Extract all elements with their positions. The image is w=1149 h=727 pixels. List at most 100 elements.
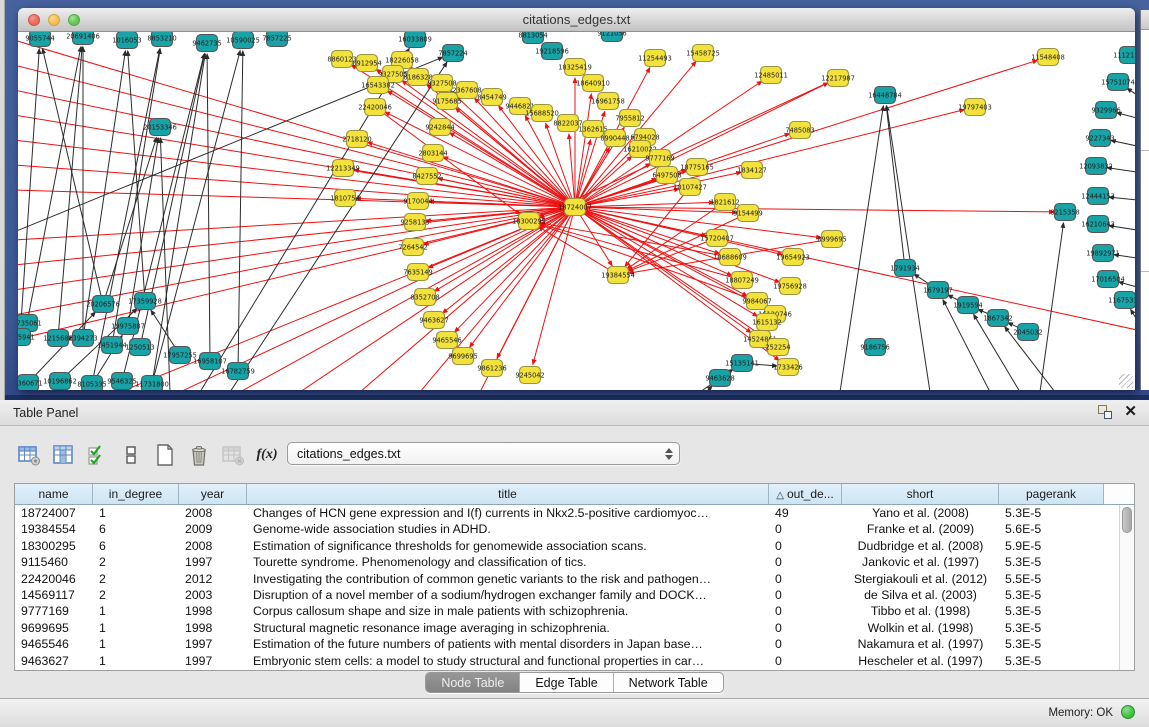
cell-short[interactable]: Franke et al. (2009) [842,521,999,537]
cell-pagerank[interactable]: 5.6E-5 [999,521,1104,537]
cell-title[interactable]: Embryonic stem cells: a model to study s… [247,653,769,669]
table-row[interactable]: 2242004622012Investigating the contribut… [15,571,1134,587]
cell-pagerank[interactable]: 5.3E-5 [999,587,1104,603]
citation-edge-red[interactable] [569,134,575,207]
table-row[interactable]: 1830029562008Estimation of significance … [15,538,1134,554]
cell-in_degree[interactable]: 1 [93,620,179,636]
cell-title[interactable]: Genome-wide association studies in ADHD. [247,521,769,537]
cell-pagerank[interactable]: 5.3E-5 [999,653,1104,669]
column-header-pagerank[interactable]: pagerank [999,484,1104,505]
cell-year[interactable]: 1998 [179,620,247,636]
citation-edge-black[interactable] [128,51,145,301]
citation-edge-red[interactable] [240,207,575,390]
cell-name[interactable]: 9465546 [15,636,93,652]
cell-name[interactable]: 18724007 [15,505,93,521]
close-panel-icon[interactable]: ✕ [1124,405,1137,419]
cell-year[interactable]: 1997 [179,554,247,570]
cell-pagerank[interactable]: 5.5E-5 [999,571,1104,587]
cell-in_degree[interactable]: 1 [93,603,179,619]
citation-edge-black[interactable] [58,47,82,338]
cell-pagerank[interactable]: 5.3E-5 [999,505,1104,521]
citation-network-graph[interactable]: 1872400788601238912954182260589327505165… [18,32,1135,390]
cell-short[interactable]: Wolkin et al. (1998) [842,620,999,636]
citation-edge-red[interactable] [18,140,575,207]
cell-out_de[interactable]: 0 [769,603,842,619]
cell-out_de[interactable]: 0 [769,554,842,570]
cell-year[interactable]: 2008 [179,538,247,554]
cell-short[interactable]: Hescheler et al. (1997) [842,653,999,669]
row-height-button[interactable] [116,442,146,468]
cell-title[interactable]: Changes of HCN gene expression and I(f) … [247,505,769,521]
cell-in_degree[interactable]: 2 [93,554,179,570]
table-row[interactable]: 911546021997Tourette syndrome. Phenomeno… [15,554,1134,570]
cell-year[interactable]: 1997 [179,653,247,669]
column-header-year[interactable]: year [179,484,247,505]
citation-edge-black[interactable] [1040,223,1063,390]
tab-edge-table[interactable]: Edge Table [519,673,612,692]
citation-edge-black[interactable] [886,106,905,268]
citation-edge-red[interactable] [449,133,575,207]
cell-pagerank[interactable]: 5.3E-5 [999,636,1104,652]
cell-short[interactable]: Yano et al. (2008) [842,505,999,521]
cell-name[interactable]: 14569117 [15,587,93,603]
column-header-title[interactable]: title [247,484,769,505]
cell-title[interactable]: Estimation of the future numbers of pati… [247,636,769,652]
cell-in_degree[interactable]: 1 [93,636,179,652]
window-resize-grip[interactable] [1119,374,1133,388]
citation-edge-black[interactable] [152,54,205,384]
cell-title[interactable]: Structural magnetic resonance image aver… [247,620,769,636]
function-builder-button[interactable]: f(x) [252,442,282,468]
table-row[interactable]: 977716911998Corpus callosum shape and si… [15,603,1134,619]
cell-out_de[interactable]: 49 [769,505,842,521]
cell-name[interactable]: 9699695 [15,620,93,636]
citation-edge-black[interactable] [1127,88,1135,95]
cell-in_degree[interactable]: 1 [93,505,179,521]
cell-out_de[interactable]: 0 [769,521,842,537]
cell-out_de[interactable]: 0 [769,636,842,652]
table-row[interactable]: 1938455462009Genome-wide association stu… [15,521,1134,537]
citation-edge-red[interactable] [18,90,575,207]
cell-year[interactable]: 2009 [179,521,247,537]
cell-in_degree[interactable]: 1 [93,653,179,669]
cell-name[interactable]: 22420046 [15,571,93,587]
table-source-dropdown[interactable]: citations_edges.txt [287,442,680,465]
cell-out_de[interactable]: 0 [769,653,842,669]
citation-edge-black[interactable] [706,386,712,390]
citation-edge-red[interactable] [575,207,720,254]
cell-pagerank[interactable]: 5.9E-5 [999,538,1104,554]
table-scrollbar[interactable] [1119,505,1134,670]
cell-title[interactable]: Corpus callosum shape and size in male p… [247,603,769,619]
cell-year[interactable]: 1997 [179,636,247,652]
table-row[interactable]: 946362711997Embryonic stem cells: a mode… [15,653,1134,669]
table-scrollbar-thumb[interactable] [1122,507,1132,533]
delete-attributes-button[interactable] [184,442,214,468]
delete-table-button[interactable] [218,442,248,468]
table-row[interactable]: 946554611997Estimation of the future num… [15,636,1134,652]
cell-year[interactable]: 2008 [179,505,247,521]
network-window[interactable]: citations_edges.txt 18724007886012389129… [18,8,1135,390]
table-settings-button[interactable] [14,442,44,468]
cell-year[interactable]: 2012 [179,571,247,587]
citation-edge-black[interactable] [103,137,157,304]
cell-year[interactable]: 1998 [179,603,247,619]
cell-out_de[interactable]: 0 [769,587,842,603]
network-window-titlebar[interactable]: citations_edges.txt [18,8,1135,32]
cell-pagerank[interactable]: 5.3E-5 [999,620,1104,636]
column-header-in_degree[interactable]: in_degree [93,484,179,505]
citation-edge-red[interactable] [18,207,575,290]
cell-in_degree[interactable]: 2 [93,587,179,603]
new-table-button[interactable] [150,442,180,468]
cell-in_degree[interactable]: 2 [93,571,179,587]
cell-name[interactable]: 19384554 [15,521,93,537]
cell-out_de[interactable]: 0 [769,538,842,554]
show-columns-button[interactable] [48,442,78,468]
citation-edge-black[interactable] [1131,309,1135,320]
cell-title[interactable]: Tourette syndrome. Phenomenology and cla… [247,554,769,570]
column-header-short[interactable]: short [842,484,999,505]
tab-node-table[interactable]: Node Table [426,673,519,692]
cell-in_degree[interactable]: 6 [93,538,179,554]
cell-short[interactable]: Stergiakouli et al. (2012) [842,571,999,587]
cell-out_de[interactable]: 0 [769,571,842,587]
cell-in_degree[interactable]: 6 [93,521,179,537]
cell-name[interactable]: 9115460 [15,554,93,570]
